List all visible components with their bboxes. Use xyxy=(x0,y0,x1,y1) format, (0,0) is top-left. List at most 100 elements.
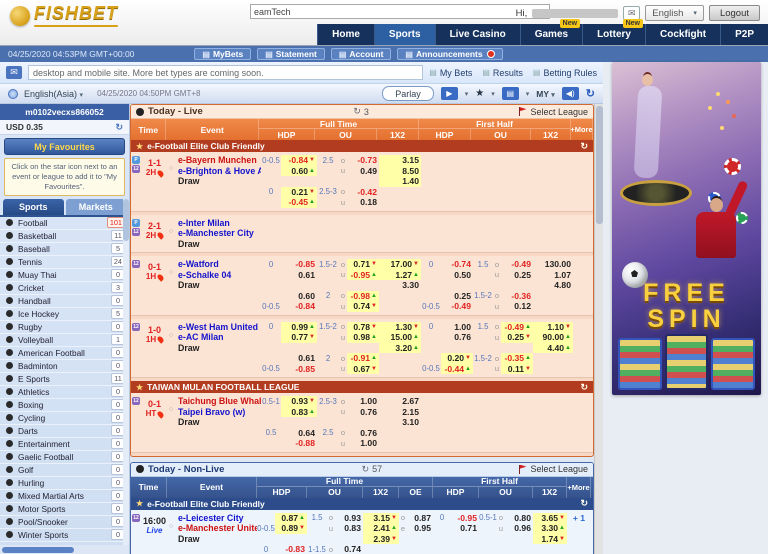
favourite-toggle-icon[interactable]: ○ xyxy=(169,406,173,413)
ft-oe-odds[interactable]: 0.95 xyxy=(407,523,433,534)
fh-hdp-odds[interactable]: 0.71 xyxy=(451,523,479,534)
ft-1x2-odds[interactable]: 3.15 xyxy=(379,155,421,166)
sidebar-item-badminton[interactable]: Badminton 0 xyxy=(0,360,129,373)
fh-ou-odds[interactable]: 0.96 xyxy=(505,523,533,534)
odds-language[interactable]: English(Asia) ▾ xyxy=(24,89,83,99)
sidebar-item-pool-snooker[interactable]: Pool/Snooker 0 xyxy=(0,516,129,529)
ft-hdp-odds[interactable]: 0.89 ▼ xyxy=(275,523,307,534)
ft-1x2-odds[interactable]: 1.40 xyxy=(379,176,421,187)
ft-hdp-odds[interactable]: -0.84 xyxy=(281,301,317,312)
my-favourites-button[interactable]: My Favourites xyxy=(4,138,125,155)
ft-ou-odds[interactable]: 0.71 ▼ xyxy=(347,259,379,270)
ft-hdp-odds[interactable]: 0.99 ▲ xyxy=(281,321,317,332)
fh-hdp-odds[interactable]: -0.49 xyxy=(441,301,473,312)
sidebar-item-cycling[interactable]: Cycling 0 xyxy=(0,412,129,425)
ft-ou-odds[interactable]: 0.78 ▼ xyxy=(347,321,379,332)
sidebar-item-boxing[interactable]: Boxing 0 xyxy=(0,399,129,412)
statement-button[interactable]: ▤ Statement xyxy=(257,48,325,60)
fh-ou-odds[interactable]: -0.49 xyxy=(501,259,533,270)
stats-icon[interactable]: 12 xyxy=(132,227,140,236)
fh-ou-odds[interactable]: 0.12 xyxy=(501,301,533,312)
ft-1x2-odds[interactable]: 2.41 ▲ xyxy=(363,523,399,534)
pitch-icon[interactable]: P xyxy=(132,156,140,164)
ft-hdp-odds[interactable]: 0.87 ▲ xyxy=(275,512,307,523)
ft-1x2-odds[interactable]: 3.10 xyxy=(379,417,421,428)
sidebar-item-basketball[interactable]: Basketball 11 xyxy=(0,230,129,243)
tab-games[interactable]: Games New xyxy=(519,19,583,45)
tab-lottery[interactable]: Lottery New xyxy=(582,19,645,45)
ft-hdp-odds[interactable]: 0.93 ▼ xyxy=(281,396,317,407)
favourite-toggle-icon[interactable]: ○ xyxy=(169,523,173,530)
tab-sports[interactable]: Sports xyxy=(373,24,435,45)
view-dropdown[interactable]: ▤ xyxy=(501,87,519,100)
ft-ou-odds[interactable]: 0.74 ▼ xyxy=(347,301,379,312)
fh-ou-odds[interactable]: -0.35 ▲ xyxy=(501,353,533,364)
sidebar-item-handball[interactable]: Handball 0 xyxy=(0,295,129,308)
fh-ou-odds[interactable]: -0.36 xyxy=(501,291,533,302)
ft-1x2-odds[interactable]: 3.15 ▼ xyxy=(363,512,399,523)
league-refresh-icon[interactable]: ↻ xyxy=(580,141,588,152)
ft-hdp-odds[interactable]: -0.45 ▲ xyxy=(281,197,317,208)
fh-ou-odds[interactable]: 0.80 xyxy=(505,513,533,524)
select-league-button[interactable]: Select League xyxy=(519,107,588,117)
mybets-button[interactable]: ▤ MyBets xyxy=(194,48,252,60)
ft-hdp-odds[interactable]: -0.85 xyxy=(281,364,317,375)
sidebar-item-athletics[interactable]: Athletics 0 xyxy=(0,386,129,399)
fh-hdp-odds[interactable]: -0.74 xyxy=(441,259,473,270)
fh-hdp-odds[interactable]: 0.50 xyxy=(441,270,473,281)
event-count[interactable]: ↻ 3 xyxy=(353,106,369,117)
ft-1x2-odds[interactable]: 2.39 ▼ xyxy=(363,533,399,544)
ft-ou-odds[interactable]: 0.67 ▼ xyxy=(347,363,379,374)
fh-hdp-odds[interactable]: 0.76 xyxy=(441,332,473,343)
sound-icon[interactable]: ◀) xyxy=(561,87,579,100)
sidebar-hscrollbar[interactable] xyxy=(0,545,129,554)
fh-1x2-odds[interactable]: 4.80 xyxy=(533,280,573,291)
ft-ou-odds[interactable]: 0.76 xyxy=(347,428,379,439)
logo[interactable]: FISHBET xyxy=(10,4,119,27)
ft-ou-odds[interactable]: -0.91 ▲ xyxy=(347,353,379,364)
ft-ou-odds[interactable]: -0.98 ▲ xyxy=(347,290,379,301)
fh-hdp-odds[interactable]: 1.00 xyxy=(441,322,473,333)
fh-hdp-odds[interactable]: 0.25 xyxy=(441,291,473,302)
ft-hdp-odds[interactable]: 0.83 ▲ xyxy=(281,406,317,417)
promo-banner[interactable]: FREE SPIN xyxy=(612,62,761,395)
sidebar-item-e-sports[interactable]: E Sports 11 xyxy=(0,373,129,386)
fh-hdp-odds[interactable]: -0.44 ▲ xyxy=(441,363,473,374)
fh-1x2-odds[interactable]: 1.74 ▼ xyxy=(533,533,567,544)
ft-hdp-odds[interactable]: 0.61 xyxy=(281,353,317,364)
sidebar-item-football[interactable]: Football 101 xyxy=(0,217,129,230)
favourite-toggle-icon[interactable]: ○ xyxy=(169,165,173,172)
ft-hdp-odds[interactable]: -0.85 xyxy=(281,259,317,270)
event-count[interactable]: ↻ 57 xyxy=(362,464,383,475)
sidebar-item-gaelic-football[interactable]: Gaelic Football 0 xyxy=(0,451,129,464)
star-icon[interactable]: ★ xyxy=(136,142,143,151)
ft-hdp-odds[interactable]: -0.83 xyxy=(275,544,307,554)
select-league-button[interactable]: Select League xyxy=(519,464,588,474)
announcements-button[interactable]: ▤ Announcements xyxy=(397,48,503,60)
star-icon[interactable]: ★ xyxy=(136,499,143,508)
league-refresh-icon[interactable]: ↻ xyxy=(580,498,588,509)
results-link[interactable]: ▤ Results xyxy=(482,68,523,78)
tab-cockfight[interactable]: Cockfight xyxy=(644,24,721,45)
parlay-button[interactable]: Parlay xyxy=(382,86,434,101)
ft-ou-odds[interactable]: -0.73 xyxy=(347,155,379,166)
sidebar-item-darts[interactable]: Darts 0 xyxy=(0,425,129,438)
fh-1x2-odds[interactable]: 1.07 xyxy=(533,270,573,281)
ft-1x2-odds[interactable]: 2.67 xyxy=(379,396,421,407)
ft-1x2-odds[interactable]: 15.00 ▲ xyxy=(379,332,421,343)
stats-icon[interactable]: 12 xyxy=(132,397,140,405)
ft-hdp-odds[interactable]: 0.60 xyxy=(281,291,317,302)
fh-1x2-odds[interactable]: 3.65 ▼ xyxy=(533,512,567,523)
sidebar-item-muay-thai[interactable]: Muay Thai 0 xyxy=(0,269,129,282)
ft-ou-odds[interactable]: 1.00 xyxy=(347,396,379,407)
ft-hdp-odds[interactable]: -0.84 ▼ xyxy=(281,155,317,166)
tab-sports[interactable]: Sports xyxy=(3,198,64,215)
ft-hdp-odds[interactable]: 0.64 xyxy=(281,428,317,439)
ft-hdp-odds[interactable]: -0.88 xyxy=(281,438,317,449)
sidebar-item-entertainment[interactable]: Entertainment 0 xyxy=(0,438,129,451)
sidebar-item-tennis[interactable]: Tennis 24 xyxy=(0,256,129,269)
favourite-toggle-icon[interactable]: ○ xyxy=(169,332,173,339)
ft-1x2-odds[interactable]: 1.30 ▼ xyxy=(379,321,421,332)
top-text-input[interactable] xyxy=(250,4,550,19)
account-button[interactable]: ▤ Account xyxy=(330,48,392,60)
